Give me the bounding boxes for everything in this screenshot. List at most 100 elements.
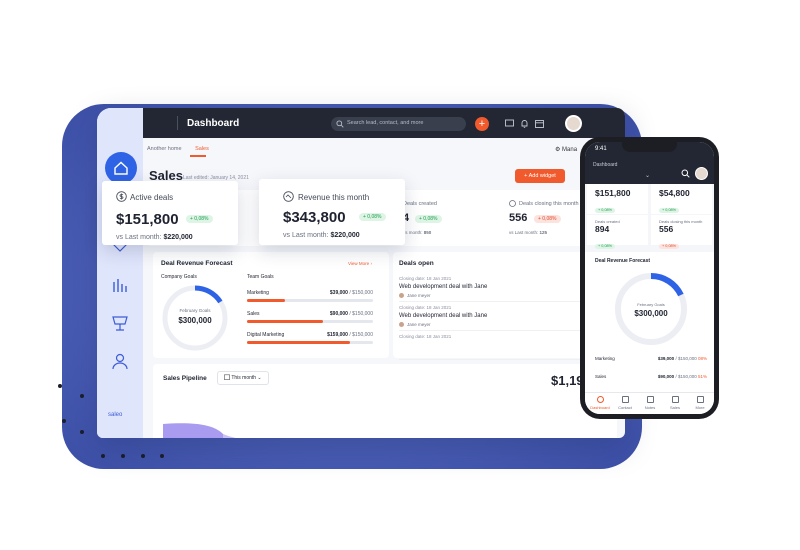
phone-mockup: 9:41 Dashboard ⌄ $151,800 + 0,08% $54,800 +… [580, 137, 719, 419]
deals-created-vs-value: 850 [423, 230, 432, 235]
subnav-tabs: Another home Sales [147, 146, 221, 152]
user-icon[interactable] [111, 352, 129, 370]
phone-team-name: Sales [595, 374, 607, 379]
pipeline-period-select[interactable]: This month ⌄ [217, 371, 269, 385]
calendar-icon[interactable] [535, 119, 544, 128]
deals-created-badge: + 0,08% [415, 215, 442, 223]
revenue-this-month-card: Revenue this month $343,800 + 0,08% vs L… [259, 179, 405, 245]
team-name: Marketing [247, 290, 269, 296]
phone-stat-value: 556 [659, 224, 674, 234]
handshake-icon [509, 200, 516, 207]
active-deals-vs: vs Last month: $220,000 [116, 234, 193, 241]
phone-stat-badge: + 0,08% [595, 207, 616, 213]
view-more-link[interactable]: View More › [348, 261, 372, 266]
donut-value: $300,000 [178, 316, 212, 325]
phone-title: Dashboard [593, 162, 618, 168]
phone-nav-item-notes[interactable]: Notes [638, 396, 662, 410]
team-target: / $150,000 [347, 290, 373, 296]
phone-nav-item-sales[interactable]: Sales [663, 396, 687, 410]
manage-label: Mana [562, 147, 578, 153]
team-target: / $150,000 [347, 332, 373, 338]
phone-avatar[interactable] [695, 167, 708, 180]
team-goals-list: Marketing $39,000 / $150,000 Sales $90,000 … [247, 290, 373, 353]
phone-nav-label: Dashboard [590, 405, 610, 410]
contact-icon [621, 396, 629, 403]
phone-nav-item-dashboard[interactable]: Dashboard [588, 396, 612, 410]
chevron-down-icon[interactable]: ⌄ [645, 172, 650, 179]
phone-team-pct: 51% [697, 374, 707, 379]
search-icon[interactable] [681, 169, 690, 178]
phone-team-pct: 08% [697, 356, 707, 361]
decor-dot [101, 454, 105, 458]
revenue-value: $343,800 [283, 209, 346, 226]
phone-nav-label: More [695, 405, 705, 410]
company-goals-label: Company Goals [161, 274, 197, 280]
team-target: / $150,000 [347, 311, 373, 317]
phone-stat-badge: + 0,08% [595, 243, 616, 249]
team-progress-bar [247, 320, 373, 323]
active-deals-value: $151,800 [116, 211, 179, 228]
revenue-vs-value: $220,000 [330, 232, 360, 239]
search-icon [336, 120, 344, 128]
active-deals-card: Active deals $151,800 + 0,08% vs Last mo… [102, 181, 238, 245]
home-icon [114, 161, 128, 175]
phone-nav-label: Contact [618, 405, 632, 410]
manage-dashboards-button[interactable]: ⚙ Mana [555, 146, 577, 153]
decor-dot [62, 419, 66, 423]
search-placeholder: Search lead, contact, and more [347, 120, 424, 126]
bell-icon[interactable] [520, 119, 529, 128]
decor-dot [80, 430, 84, 434]
team-amount: $90,000 / $150,000 [330, 311, 373, 317]
phone-nav-item-more[interactable]: More [688, 396, 712, 410]
message-icon[interactable] [505, 119, 514, 128]
phone-stat-card: $54,800 + 0,08% [651, 184, 712, 214]
team-goal-row: Digital Marketing $159,000 / $150,000 [247, 332, 373, 353]
team-progress-bar [247, 299, 373, 302]
deals-closing-vs-value: 125 [539, 230, 548, 235]
phone-time: 9:41 [595, 146, 607, 152]
active-deals-vs-value: $220,000 [163, 234, 193, 241]
sales-icon [671, 396, 679, 403]
forecast-title: Deal Revenue Forecast [161, 260, 233, 267]
add-button[interactable]: + [475, 117, 489, 131]
deals-closing-badge: + 0,08% [534, 215, 561, 223]
team-goal-row: Sales $90,000 / $150,000 [247, 311, 373, 332]
search-input[interactable]: Search lead, contact, and more [331, 117, 466, 131]
chart-icon[interactable] [111, 276, 129, 294]
team-name: Sales [247, 311, 260, 317]
owner-name: Jane meyer [407, 293, 431, 298]
dollar-icon [116, 191, 127, 202]
phone-stat-badge: + 0,08% [659, 243, 680, 249]
home-nav-button[interactable] [105, 152, 137, 184]
tab-another-home[interactable]: Another home [147, 146, 182, 152]
app-title: Dashboard [187, 118, 240, 129]
sidebar: saleo [97, 108, 143, 438]
sidebar-footer-text: saleo [108, 412, 123, 418]
active-deals-vs-label: vs Last month: [116, 234, 162, 241]
phone-donut-value: $300,000 [634, 309, 668, 318]
team-name: Digital Marketing [247, 332, 285, 338]
phone-stat-value: $54,800 [659, 188, 690, 198]
donut-label: February Goals [179, 308, 211, 313]
owner-name: Jane meyer [407, 322, 431, 327]
phone-stat-card: Deals created 894 + 0,08% [587, 215, 648, 249]
view-more-label: View More [348, 261, 370, 266]
more-icon [696, 396, 704, 403]
add-widget-button[interactable]: + Add widget [515, 169, 565, 183]
tab-sales[interactable]: Sales [195, 146, 209, 152]
team-current: $39,000 [329, 290, 348, 296]
pipeline-area-chart [163, 423, 236, 438]
revenue-vs-label: vs Last month: [283, 232, 329, 239]
deal-revenue-forecast-card: Deal Revenue Forecast View More › Compan… [153, 252, 389, 358]
presentation-icon[interactable] [111, 314, 129, 332]
deals-created-title: Deals created [403, 201, 437, 207]
owner-avatar [399, 293, 404, 298]
decor-dot [160, 454, 164, 458]
phone-nav-item-contact[interactable]: Contact [613, 396, 637, 410]
pipeline-value: $1,19 [551, 373, 584, 388]
phone-forecast-title: Deal Revenue Forecast [595, 258, 651, 264]
avatar[interactable] [565, 115, 582, 132]
phone-nav-label: Sales [669, 405, 680, 410]
phone-team-amount: $39,000 / $150,000 08% [658, 356, 707, 361]
deals-closing-vs: vs Last month: 125 [509, 230, 547, 235]
